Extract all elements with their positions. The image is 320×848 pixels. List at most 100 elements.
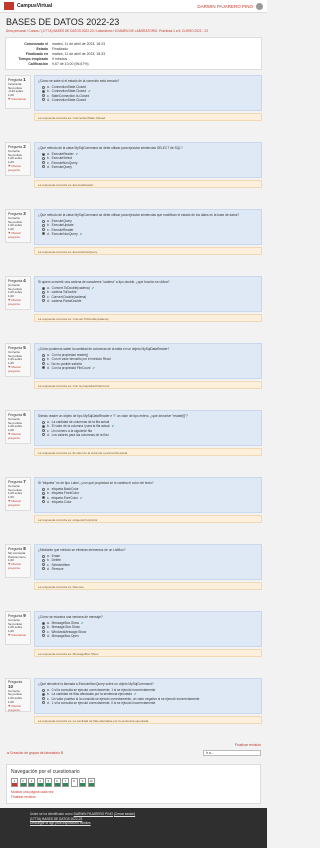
answer-option[interactable]: d. ExecuteQuery bbox=[42, 165, 258, 169]
radio-button[interactable] bbox=[42, 688, 45, 692]
radio-button[interactable] bbox=[42, 224, 45, 227]
radio-button[interactable] bbox=[42, 362, 45, 366]
flag-question-link[interactable]: ⚑ Marcar pregunta bbox=[8, 432, 28, 441]
flag-question-link[interactable]: ⚑ Marcar pregunta bbox=[8, 704, 28, 713]
flag-icon: ⚑ bbox=[8, 632, 11, 637]
footer-user-link[interactable]: DARWIN PAJARERO PINO bbox=[74, 812, 113, 816]
radio-button[interactable] bbox=[42, 496, 45, 500]
question-nav-button[interactable]: 9 bbox=[79, 778, 86, 787]
radio-button[interactable] bbox=[42, 358, 45, 361]
radio-button[interactable] bbox=[42, 291, 45, 294]
question-5: Pregunta 5 Correcta Se puntúa 1,00 sobre… bbox=[5, 343, 262, 405]
feedback-box: La respuesta correcta es: ExecuteReader bbox=[34, 180, 262, 188]
logout-link[interactable]: (Cerrar sesión) bbox=[114, 812, 135, 816]
flag-question-link[interactable]: ⚑ Marcar pregunta bbox=[8, 231, 28, 240]
question-nav-button[interactable]: 1 bbox=[11, 778, 18, 787]
finish-review-link[interactable]: Finalizar revisión bbox=[6, 743, 261, 747]
radio-button[interactable] bbox=[42, 157, 45, 160]
radio-button[interactable] bbox=[42, 429, 45, 433]
answer-option[interactable]: d. 1 si la consulta se ejecutó correctam… bbox=[42, 701, 258, 705]
question-nav-button[interactable]: 8 bbox=[70, 778, 78, 787]
answer-option[interactable]: d. MessageBox.Open bbox=[42, 634, 258, 638]
question-text: ¿Cómo se muestra una ventana de mensaje? bbox=[38, 615, 103, 619]
feedback-box: La respuesta correcta es: etiqueta.ForeC… bbox=[34, 515, 262, 523]
user-name[interactable]: DARWIN PAJARERO PINO bbox=[197, 4, 253, 9]
mobile-app-link[interactable]: Descargar la app para dispositivos móvil… bbox=[30, 821, 91, 825]
question-nav-button[interactable]: 5 bbox=[45, 778, 52, 787]
previous-activity-link[interactable]: ◄ Creación de grupos de laboratorio B bbox=[6, 751, 63, 755]
user-menu[interactable]: DARWIN PAJARERO PINO bbox=[197, 2, 263, 10]
footer-course-link[interactable]: (1777A) BASES DE DATOS 2022-23 bbox=[30, 817, 82, 821]
flag-question-link[interactable]: ⚑ Marcar pregunta bbox=[8, 298, 28, 307]
radio-button[interactable] bbox=[42, 487, 45, 491]
check-icon: ✔ bbox=[79, 231, 83, 236]
site-brand[interactable]: CampusVirtual bbox=[17, 3, 52, 9]
radio-button[interactable] bbox=[42, 98, 45, 102]
jump-to-select[interactable]: Ir a... bbox=[203, 750, 261, 756]
answer-option[interactable]: d. Remove bbox=[42, 567, 258, 571]
radio-button[interactable] bbox=[42, 630, 45, 634]
flag-question-link[interactable]: ⚑ Marcar pregunta bbox=[8, 499, 28, 508]
radio-button[interactable] bbox=[42, 693, 45, 696]
radio-button[interactable] bbox=[42, 621, 45, 625]
radio-button[interactable] bbox=[42, 492, 45, 495]
radio-button[interactable] bbox=[42, 420, 45, 424]
question-nav-button[interactable]: 7 bbox=[62, 778, 69, 787]
option-text: ExecuteNonQuery bbox=[51, 231, 78, 236]
radio-button[interactable] bbox=[42, 563, 45, 567]
answer-option[interactable]: d. etiqueta.Color bbox=[42, 500, 258, 504]
question-nav-button[interactable]: 6 bbox=[53, 778, 61, 787]
radio-button[interactable] bbox=[42, 554, 45, 558]
radio-button[interactable] bbox=[42, 85, 45, 89]
radio-button[interactable] bbox=[42, 94, 45, 98]
question-nav-button[interactable]: 4 bbox=[36, 778, 44, 787]
answer-option[interactable]: d. ExecuteNonQuery ✔ bbox=[42, 232, 258, 236]
radio-button[interactable] bbox=[42, 567, 45, 571]
radio-button[interactable] bbox=[42, 232, 45, 236]
quiz-navigation-block: Navegación por el cuestionario 123456789… bbox=[6, 764, 261, 804]
radio-button[interactable] bbox=[42, 425, 45, 428]
radio-button[interactable] bbox=[42, 559, 45, 562]
flag-question-link[interactable]: ⚑ Desmarcar bbox=[8, 97, 28, 102]
question-2: Pregunta 2 Correcta Se puntúa 1,00 sobre… bbox=[5, 142, 262, 204]
question-nav-button[interactable]: 10 bbox=[87, 778, 95, 787]
avatar[interactable] bbox=[256, 2, 263, 10]
quiz-nav-finish-link[interactable]: Finalizar revisión bbox=[11, 795, 256, 800]
radio-button[interactable] bbox=[42, 90, 45, 93]
radio-button[interactable] bbox=[42, 634, 45, 638]
radio-button[interactable] bbox=[42, 299, 45, 303]
radio-button[interactable] bbox=[42, 701, 45, 705]
answer-option[interactable]: d. cadena.ParseDouble bbox=[42, 299, 258, 303]
flag-question-link[interactable]: ⚑ Marcar pregunta bbox=[8, 562, 28, 571]
radio-button[interactable] bbox=[42, 697, 45, 701]
radio-button[interactable] bbox=[42, 366, 45, 370]
radio-button[interactable] bbox=[42, 219, 45, 223]
radio-button[interactable] bbox=[42, 433, 45, 437]
radio-button[interactable] bbox=[42, 626, 45, 629]
radio-button[interactable] bbox=[42, 228, 45, 232]
radio-button[interactable] bbox=[42, 286, 45, 290]
radio-button[interactable] bbox=[42, 353, 45, 357]
radio-button[interactable] bbox=[42, 161, 45, 165]
university-logo[interactable] bbox=[4, 2, 14, 10]
flag-question-link[interactable]: ⚑ Desmarcar bbox=[8, 632, 28, 638]
flag-question-link[interactable]: ⚑ Marcar pregunta bbox=[8, 164, 28, 173]
question-nav-button[interactable]: 2 bbox=[19, 778, 27, 787]
radio-button[interactable] bbox=[42, 165, 45, 169]
flag-question-link[interactable]: ⚑ Marcar pregunta bbox=[8, 365, 28, 374]
breadcrumb[interactable]: Área personal / Cursos / (1777A) BASES D… bbox=[6, 29, 261, 33]
summary-value: martes, 11 de abril de 2023, 18:33 bbox=[52, 51, 106, 56]
radio-button[interactable] bbox=[42, 295, 45, 299]
radio-button[interactable] bbox=[42, 152, 45, 156]
page-footer: Usted se ha identificado como DARWIN PAJ… bbox=[0, 808, 267, 848]
option-letter: d. bbox=[47, 499, 50, 504]
answer-option[interactable]: d. Con la propiedad FileCount ✔ bbox=[42, 366, 258, 370]
question-number-value: 4 bbox=[23, 278, 26, 283]
question-nav-button[interactable]: 3 bbox=[28, 778, 35, 787]
answer-option[interactable]: d. Los valores para las columnas de la f… bbox=[42, 433, 258, 437]
question-body: Siendo reader un objeto de tipo MySqlDat… bbox=[34, 410, 262, 472]
feedback-box: La respuesta correcta es: El valor de la… bbox=[34, 448, 262, 456]
attempt-summary: Comenzado el martes, 11 de abril de 2023,… bbox=[5, 37, 262, 70]
answer-option[interactable]: d. ConnectionState.Closed bbox=[42, 98, 258, 102]
radio-button[interactable] bbox=[42, 500, 45, 504]
